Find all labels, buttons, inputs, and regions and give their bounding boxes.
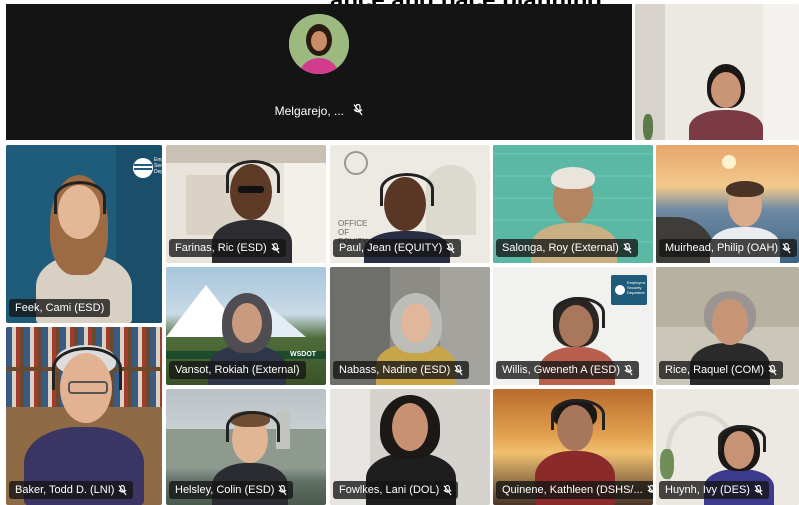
video-tile[interactable]: Fowlkes, Lani (DOL) [330, 389, 490, 505]
video-tile[interactable]: Emp Sec Dep Feek, Cami (ESD) [6, 145, 162, 323]
video-tile[interactable]: Helsley, Colin (ESD) [166, 389, 326, 505]
participant-name: Helsley, Colin (ESD) [175, 484, 275, 496]
participant-name: Vansot, Rokiah (External) [175, 364, 300, 376]
state-seal-icon [344, 151, 368, 175]
video-tile[interactable]: Huynh, Ivy (DES) [656, 389, 799, 505]
participant-name: Quinene, Kathleen (DSHS/... [502, 484, 643, 496]
mic-muted-icon [446, 242, 455, 253]
participant-name: Rice, Raquel (COM) [665, 364, 765, 376]
meeting-gallery: ance and pace planning Melgarejo, ... [0, 0, 799, 505]
participant-name: Huynh, Ivy (DES) [665, 484, 750, 496]
video-tile[interactable]: Quinene, Kathleen (DSHS/... [493, 389, 653, 505]
mic-muted-icon [278, 484, 287, 495]
participant-name: Feek, Cami (ESD) [15, 302, 105, 314]
mic-muted-icon [782, 242, 791, 253]
speaker-avatar [289, 14, 349, 74]
participant-name: Salonga, Roy (External) [502, 242, 619, 254]
mic-muted-icon [768, 364, 777, 375]
participant-name: Paul, Jean (EQUITY) [339, 242, 443, 254]
speaker-name: Melgarejo, ... [274, 104, 345, 118]
mic-muted-icon [353, 103, 363, 116]
video-tile[interactable]: Rice, Raquel (COM) [656, 267, 799, 385]
participant-name: Farinas, Ric (ESD) [175, 242, 267, 254]
video-tile[interactable]: Muirhead, Philip (OAH) [656, 145, 799, 263]
mic-muted-icon [623, 242, 632, 253]
mic-muted-icon [443, 484, 452, 495]
mic-muted-icon [454, 364, 463, 375]
plant-icon [660, 449, 674, 479]
participant-name: Fowlkes, Lani (DOL) [339, 484, 440, 496]
video-tile[interactable]: Baker, Todd D. (LNI) [6, 327, 162, 505]
video-tile-top-right[interactable] [635, 4, 799, 140]
participant-name: Willis, Gweneth A (ESD) [502, 364, 620, 376]
video-tile[interactable]: WSDOT Vansot, Rokiah (External) [166, 267, 326, 385]
wsdot-logo: WSDOT [290, 351, 317, 358]
video-tile[interactable]: Nabass, Nadine (ESD) [330, 267, 490, 385]
participant-name: Muirhead, Philip (OAH) [665, 242, 779, 254]
mic-muted-icon [754, 484, 763, 495]
active-speaker-panel[interactable]: Melgarejo, ... [6, 4, 632, 140]
mic-muted-icon [624, 364, 633, 375]
participant-name: Baker, Todd D. (LNI) [15, 484, 115, 496]
participant-name: Nabass, Nadine (ESD) [339, 364, 451, 376]
video-tile[interactable]: Employment Security Department Willis, G… [493, 267, 653, 385]
video-tile[interactable]: Farinas, Ric (ESD) [166, 145, 326, 263]
mic-muted-icon [118, 484, 127, 495]
video-tile[interactable]: OFFICE OF EQUITY Paul, Jean (EQUITY) [330, 145, 490, 263]
mic-muted-icon [647, 484, 653, 494]
video-tile[interactable]: Salonga, Roy (External) [493, 145, 653, 263]
esd-logo: Employment Security Department [611, 275, 647, 305]
mic-muted-icon [271, 242, 280, 253]
sun-icon [722, 155, 736, 169]
